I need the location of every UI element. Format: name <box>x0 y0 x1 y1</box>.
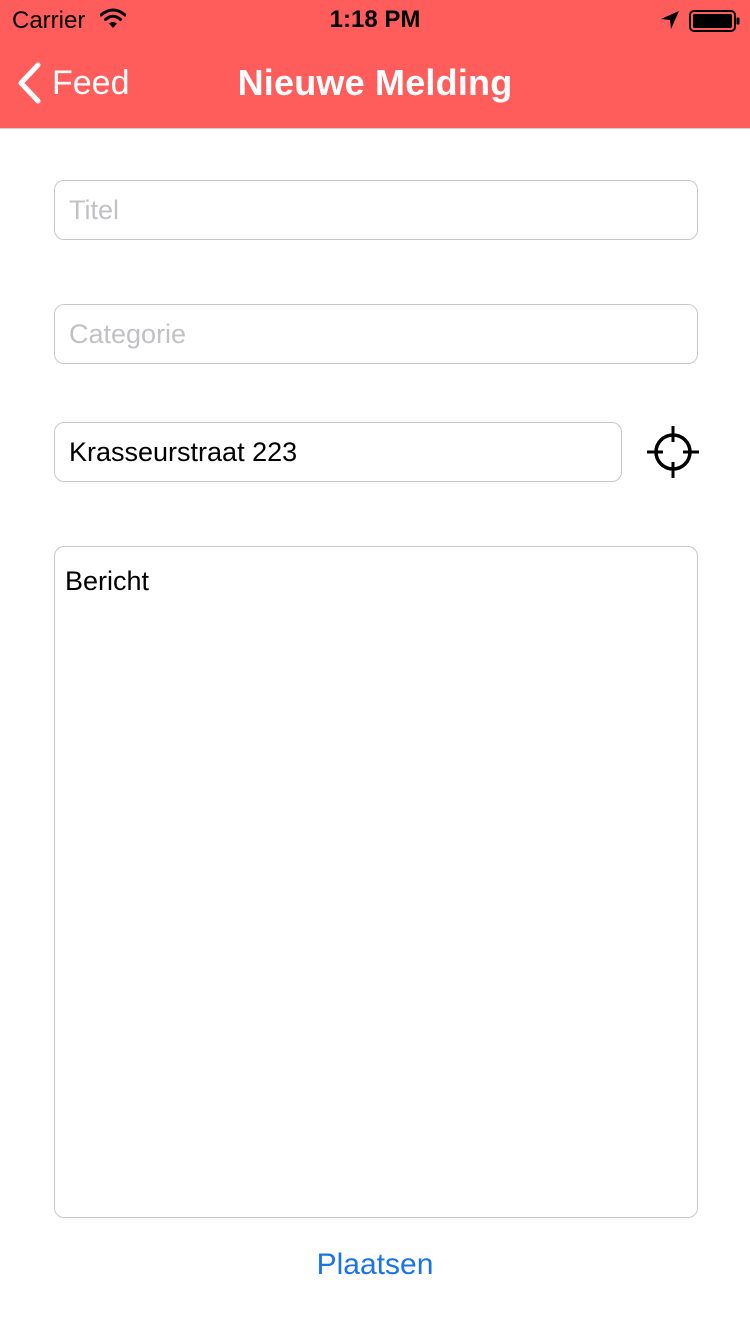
address-field[interactable]: Krasseurstraat 223 <box>54 422 622 482</box>
status-bar: Carrier 1:18 PM <box>0 0 750 40</box>
submit-button[interactable]: Plaatsen <box>0 1246 750 1284</box>
screen: Carrier 1:18 PM Feed Nieuwe Melding Tite… <box>0 0 750 1334</box>
crosshair-icon[interactable] <box>646 425 700 479</box>
category-placeholder: Categorie <box>69 319 187 349</box>
page-title: Nieuwe Melding <box>237 62 513 103</box>
category-field[interactable]: Categorie <box>54 304 698 364</box>
address-value: Krasseurstraat 223 <box>69 437 298 467</box>
status-time: 1:18 PM <box>329 6 421 33</box>
title-field[interactable]: Titel <box>54 180 698 240</box>
battery-icon <box>689 10 740 32</box>
message-text: Bericht <box>65 566 150 596</box>
navigation-bar: Feed Nieuwe Melding <box>0 40 750 128</box>
title-placeholder: Titel <box>69 195 120 225</box>
header: Carrier 1:18 PM Feed Nieuwe Melding <box>0 0 750 129</box>
message-textarea[interactable]: Bericht <box>54 546 698 1218</box>
location-arrow-icon <box>661 11 679 29</box>
header-divider <box>0 128 750 129</box>
